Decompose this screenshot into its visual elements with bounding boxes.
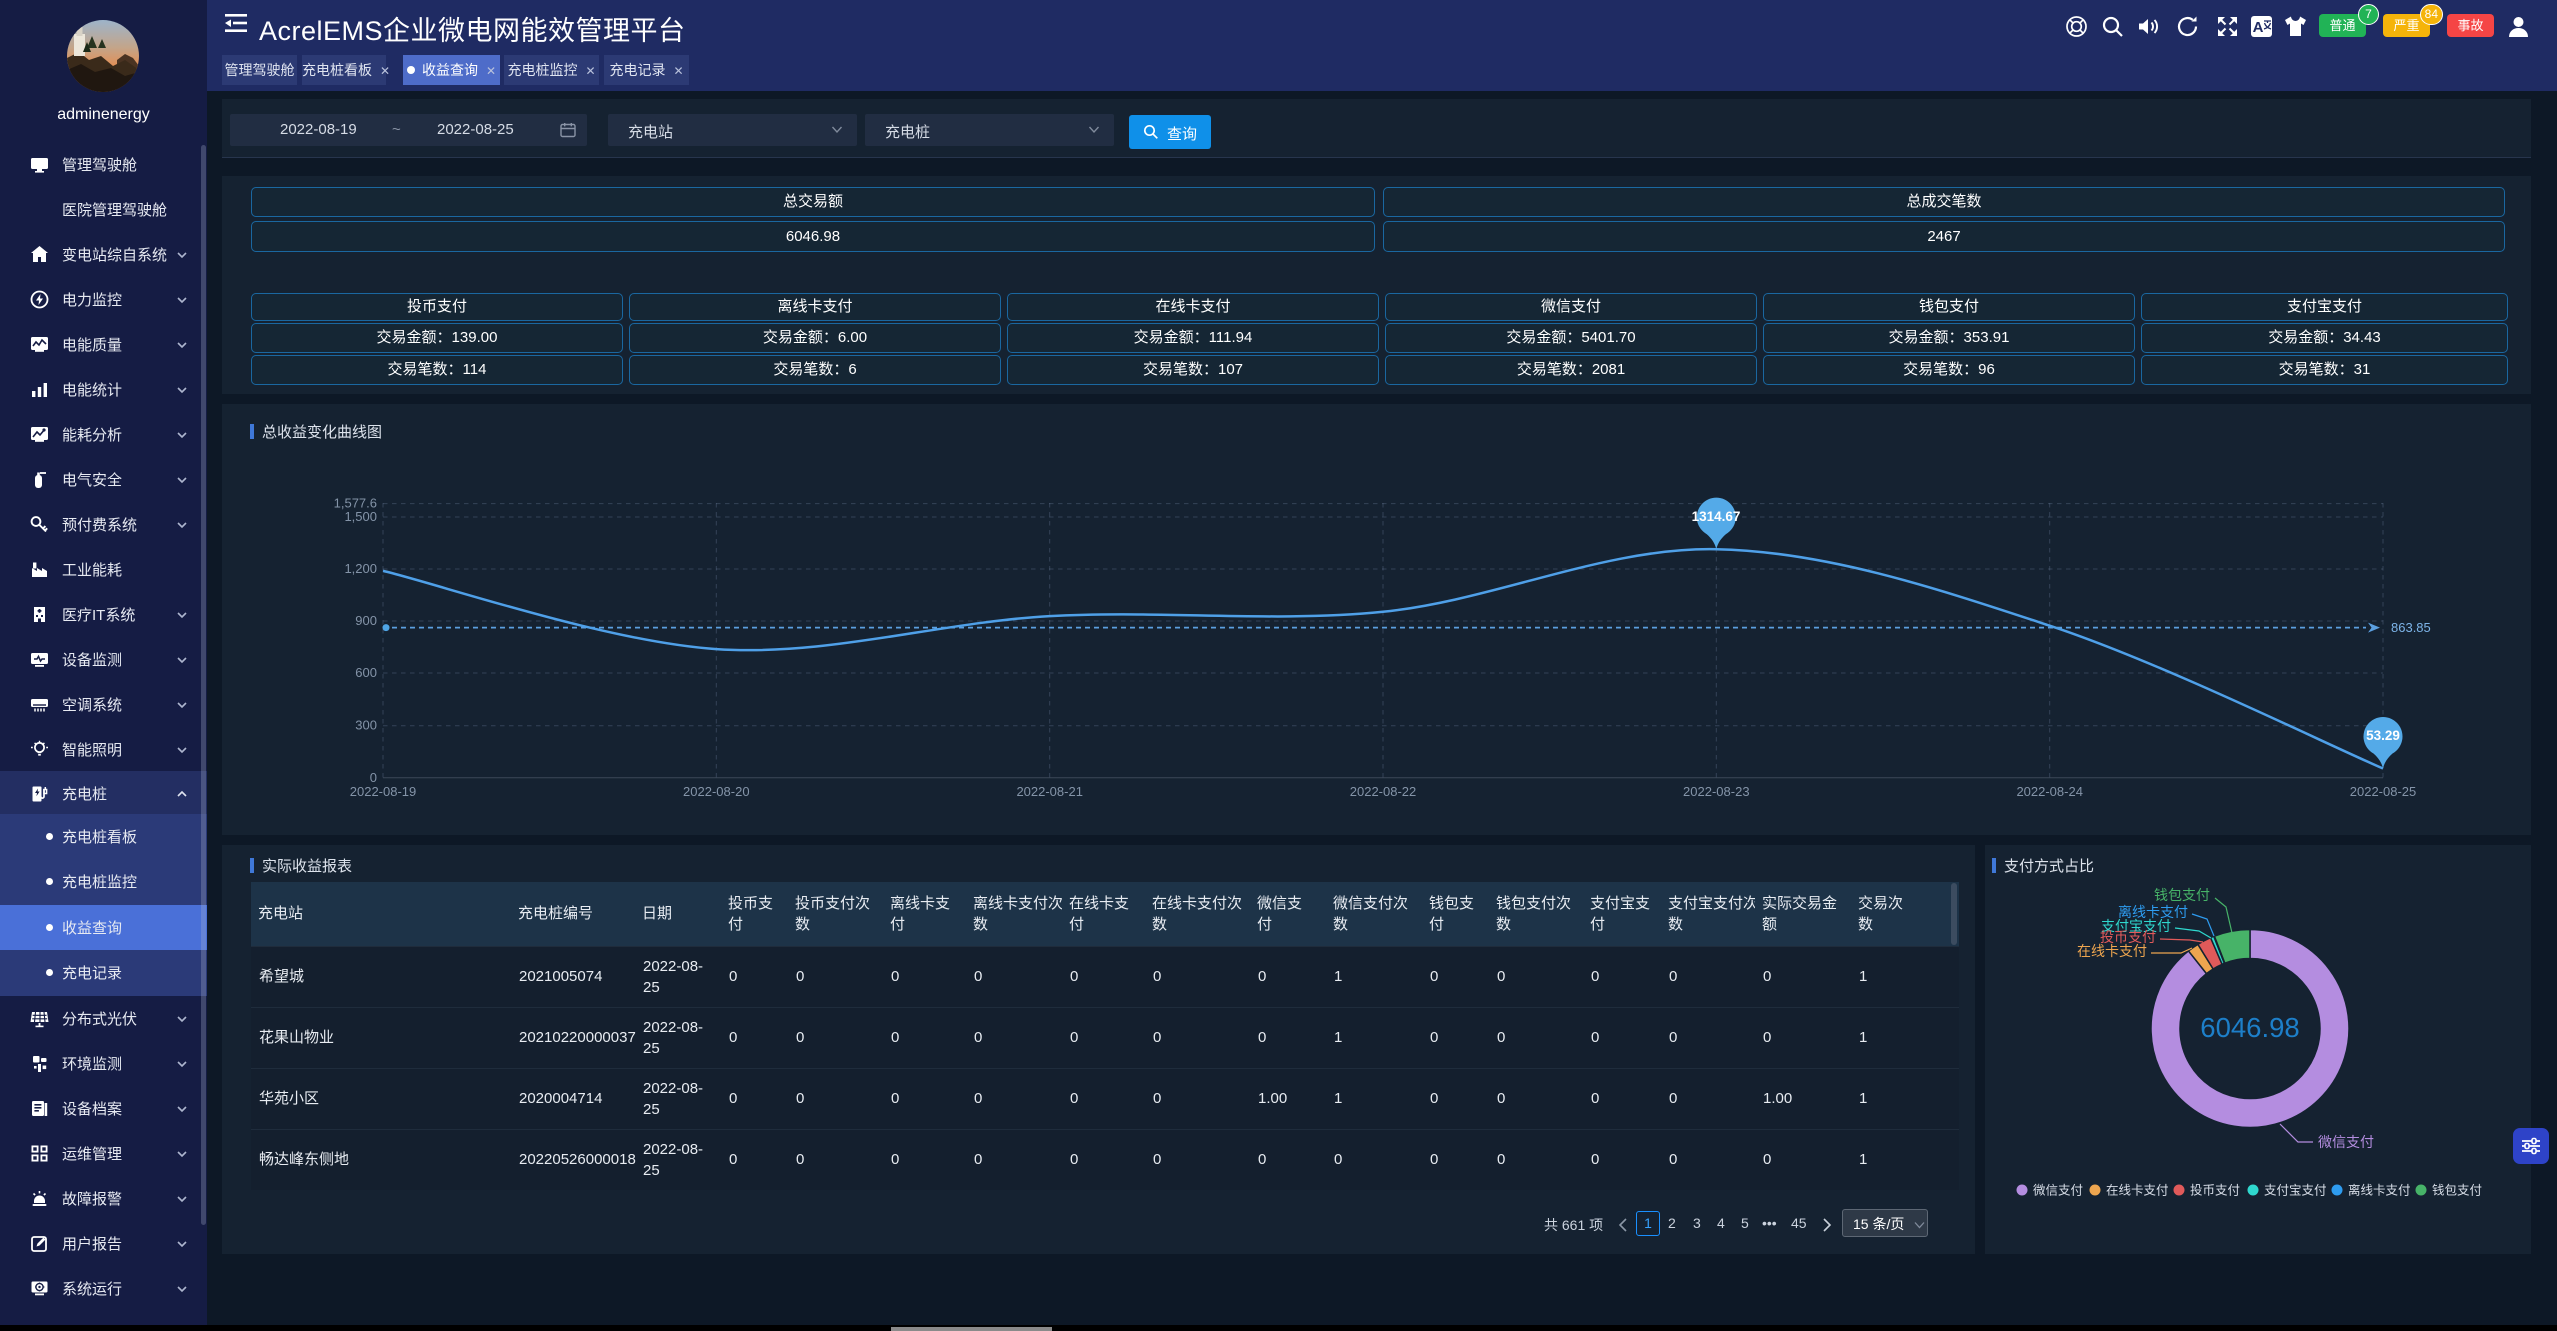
svg-text:1314.67: 1314.67 — [1692, 509, 1741, 524]
svg-text:2022-08-25: 2022-08-25 — [2350, 784, 2417, 799]
svg-text:0: 0 — [370, 770, 377, 785]
svg-text:1,500: 1,500 — [344, 509, 377, 524]
svg-text:2022-08-19: 2022-08-19 — [350, 784, 417, 799]
svg-text:在线卡支付: 在线卡支付 — [2077, 943, 2147, 959]
svg-text:600: 600 — [355, 665, 377, 680]
svg-text:1,200: 1,200 — [344, 561, 377, 576]
svg-text:离线卡支付: 离线卡支付 — [2348, 1183, 2411, 1198]
svg-text:2022-08-21: 2022-08-21 — [1016, 784, 1082, 799]
svg-text:钱包支付: 钱包支付 — [2154, 887, 2210, 903]
svg-text:微信支付: 微信支付 — [2318, 1134, 2374, 1150]
svg-text:53.29: 53.29 — [2366, 728, 2400, 743]
svg-text:投币支付: 投币支付 — [2190, 1183, 2240, 1198]
svg-text:6046.98: 6046.98 — [2200, 1012, 2299, 1043]
svg-text:钱包支付: 钱包支付 — [2432, 1183, 2482, 1198]
svg-text:支付宝支付: 支付宝支付 — [2264, 1184, 2327, 1198]
svg-text:2022-08-22: 2022-08-22 — [1350, 784, 1417, 799]
svg-text:微信支付: 微信支付 — [2033, 1184, 2083, 1198]
svg-text:863.85: 863.85 — [2391, 620, 2431, 635]
svg-text:2022-08-23: 2022-08-23 — [1683, 784, 1750, 799]
svg-text:A: A — [2253, 19, 2264, 36]
svg-text:900: 900 — [355, 613, 377, 628]
svg-text:2022-08-24: 2022-08-24 — [2016, 784, 2083, 799]
svg-text:在线卡支付: 在线卡支付 — [2106, 1184, 2169, 1198]
svg-text:2022-08-20: 2022-08-20 — [683, 784, 750, 799]
svg-text:300: 300 — [355, 718, 377, 733]
